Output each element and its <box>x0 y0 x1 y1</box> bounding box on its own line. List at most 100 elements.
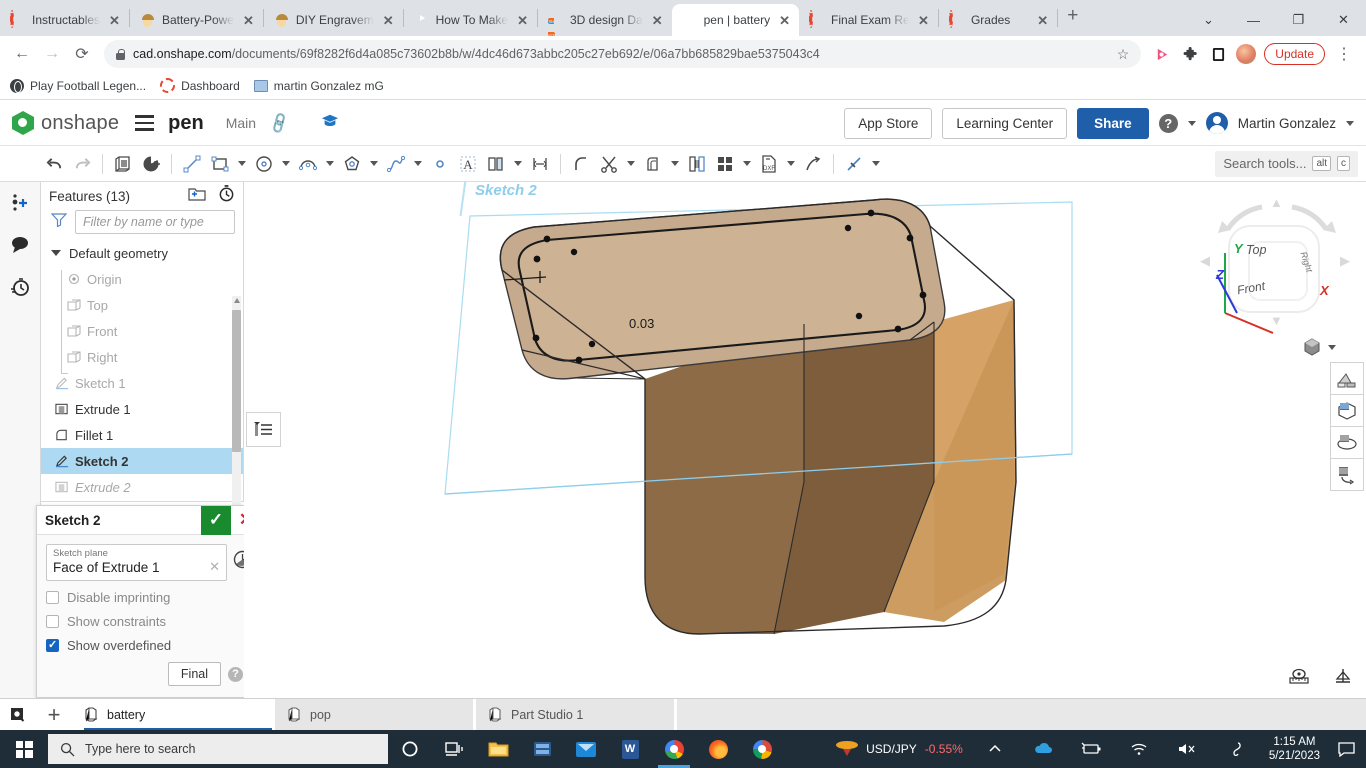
dxf-import-icon[interactable]: DXF <box>755 150 783 178</box>
transform-icon[interactable] <box>799 150 827 178</box>
tree-item-origin[interactable]: Origin <box>41 266 243 292</box>
point-icon[interactable] <box>426 150 454 178</box>
close-icon[interactable]: ✕ <box>776 12 793 29</box>
tree-item-top[interactable]: Top <box>41 292 243 318</box>
taskbar-app-file-explorer[interactable] <box>476 730 520 768</box>
bookmark-star-icon[interactable]: ☆ <box>1117 46 1130 63</box>
dimension-value[interactable]: 0.03 <box>629 316 654 331</box>
tree-item-sketch-2[interactable]: Sketch 2 <box>41 448 243 474</box>
branch-label[interactable]: Main <box>226 115 256 131</box>
use-project-icon[interactable] <box>683 150 711 178</box>
sketch-plane-field[interactable]: Sketch plane Face of Extrude 1 ✕ <box>46 544 227 581</box>
close-icon[interactable]: ✕ <box>915 12 932 29</box>
chevron-down-icon[interactable] <box>783 150 799 178</box>
chevron-down-icon[interactable] <box>49 250 63 256</box>
view-left-arrow-icon[interactable]: ◀ <box>1200 253 1210 269</box>
list-panel-icon[interactable] <box>246 412 281 447</box>
close-icon[interactable]: ✕ <box>106 12 123 29</box>
chevron-down-icon[interactable] <box>322 150 338 178</box>
disable-imprinting-checkbox[interactable] <box>46 591 59 604</box>
redo-icon[interactable] <box>68 150 96 178</box>
app-store-button[interactable]: App Store <box>844 108 932 139</box>
onshape-brand[interactable]: onshape <box>41 112 119 135</box>
graphics-viewport[interactable]: 0.03 Sketch 2 ▲ ▼ ◀ ▶ Top Front Right X … <box>244 182 1366 698</box>
stock-ticker[interactable]: USD/JPY -0.55% <box>836 739 969 759</box>
history-icon[interactable] <box>7 274 33 300</box>
browser-tab-instructables[interactable]: Instructables ✕ <box>0 4 129 36</box>
bookmark-martin-gonzalez[interactable]: martin Gonzalez mG <box>254 79 384 93</box>
arc-icon[interactable] <box>294 150 322 178</box>
show-overdefined-checkbox[interactable] <box>46 639 59 652</box>
tree-item-sketch-1[interactable]: Sketch 1 <box>41 370 243 396</box>
document-title[interactable]: pen <box>168 112 204 135</box>
user-avatar[interactable] <box>1206 112 1228 134</box>
notification-icon[interactable] <box>1332 730 1360 768</box>
browser-tab-diy-engravement[interactable]: DIY Engravem ✕ <box>264 4 403 36</box>
close-icon[interactable]: ✕ <box>1034 12 1051 29</box>
link-icon[interactable]: 🔗 <box>267 111 292 136</box>
tree-item-extrude-1[interactable]: Extrude 1 <box>41 396 243 422</box>
extension-icon-1[interactable] <box>1149 41 1175 67</box>
learning-center-button[interactable]: Learning Center <box>942 108 1067 139</box>
sketch-dimension-icon[interactable] <box>137 150 165 178</box>
address-bar[interactable]: cad.onshape.com/documents/69f8282f6d4a08… <box>104 40 1141 68</box>
perspective-cube-icon[interactable] <box>1302 337 1322 357</box>
mirror-icon[interactable] <box>482 150 510 178</box>
pen-icon[interactable] <box>1213 730 1257 768</box>
scrollbar-thumb[interactable] <box>232 310 241 452</box>
confirm-button[interactable]: ✓ <box>201 506 231 535</box>
render-icon[interactable] <box>1330 362 1364 395</box>
browser-tab-grades[interactable]: Grades ✕ <box>939 4 1057 36</box>
close-icon[interactable]: ✕ <box>240 12 257 29</box>
taskbar-search-input[interactable]: Type here to search <box>48 734 388 764</box>
close-icon[interactable]: ✕ <box>514 12 531 29</box>
show-constraints-row[interactable]: Show constraints <box>46 614 252 629</box>
wifi-icon[interactable] <box>1117 730 1161 768</box>
document-tab-part-studio-1[interactable]: Part Studio 1 <box>476 699 677 730</box>
new-tab-button[interactable]: + <box>1058 5 1087 31</box>
polygon-icon[interactable] <box>338 150 366 178</box>
browser-tab-final-exam[interactable]: Final Exam Re ✕ <box>799 4 938 36</box>
share-button[interactable]: Share <box>1077 108 1149 139</box>
taskbar-app-mail[interactable] <box>564 730 608 768</box>
tree-item-fillet-1[interactable]: Fillet 1 <box>41 422 243 448</box>
chevron-down-icon[interactable] <box>868 150 884 178</box>
chevron-down-icon[interactable] <box>234 150 250 178</box>
help-icon[interactable]: ? <box>1159 114 1178 133</box>
tree-item-front[interactable]: Front <box>41 318 243 344</box>
volume-mute-icon[interactable] <box>1165 730 1209 768</box>
chevron-down-icon[interactable] <box>278 150 294 178</box>
taskbar-clock[interactable]: 1:15 AM 5/21/2023 <box>1261 735 1328 763</box>
undo-icon[interactable] <box>40 150 68 178</box>
battery-icon[interactable] <box>1069 730 1113 768</box>
offset-icon[interactable] <box>639 150 667 178</box>
chevron-down-icon[interactable] <box>739 150 755 178</box>
trim-icon[interactable] <box>595 150 623 178</box>
browser-tab-3d-design[interactable]: TINKER 3D design Da ✕ <box>538 4 672 36</box>
filter-input[interactable]: Filter by name or type <box>75 210 235 234</box>
document-tab-pop[interactable]: pop <box>275 699 476 730</box>
chevron-down-icon[interactable] <box>410 150 426 178</box>
linear-pattern-icon[interactable] <box>526 150 554 178</box>
browser-tab-pen-battery[interactable]: pen | battery ✕ <box>672 4 799 36</box>
browser-menu-icon[interactable]: ⋮ <box>1330 40 1358 68</box>
mass-properties-icon[interactable] <box>1332 667 1354 690</box>
add-tab-button[interactable]: + <box>36 699 72 730</box>
taskbar-app-folder[interactable] <box>520 730 564 768</box>
tree-scrollbar[interactable] <box>232 296 241 532</box>
parts-add-icon[interactable] <box>7 190 33 216</box>
cortana-icon[interactable] <box>388 730 432 768</box>
forward-icon[interactable]: → <box>38 40 66 68</box>
menu-hamburger-icon[interactable] <box>135 115 154 131</box>
close-icon[interactable]: ✕ <box>649 12 666 29</box>
construction-geometry-icon[interactable] <box>840 150 868 178</box>
onedrive-icon[interactable] <box>1021 730 1065 768</box>
reload-icon[interactable]: ⟳ <box>68 40 96 68</box>
update-button[interactable]: Update <box>1264 43 1325 65</box>
extensions-puzzle-icon[interactable] <box>1177 41 1203 67</box>
search-tools-input[interactable]: Search tools... alt c <box>1215 151 1358 177</box>
view-cube[interactable]: ▲ ▼ ◀ ▶ Top Front Right X Y Z <box>1198 195 1358 345</box>
disable-imprinting-row[interactable]: Disable imprinting <box>46 590 252 605</box>
show-overdefined-row[interactable]: Show overdefined <box>46 638 252 653</box>
taskbar-app-browser[interactable] <box>740 730 784 768</box>
